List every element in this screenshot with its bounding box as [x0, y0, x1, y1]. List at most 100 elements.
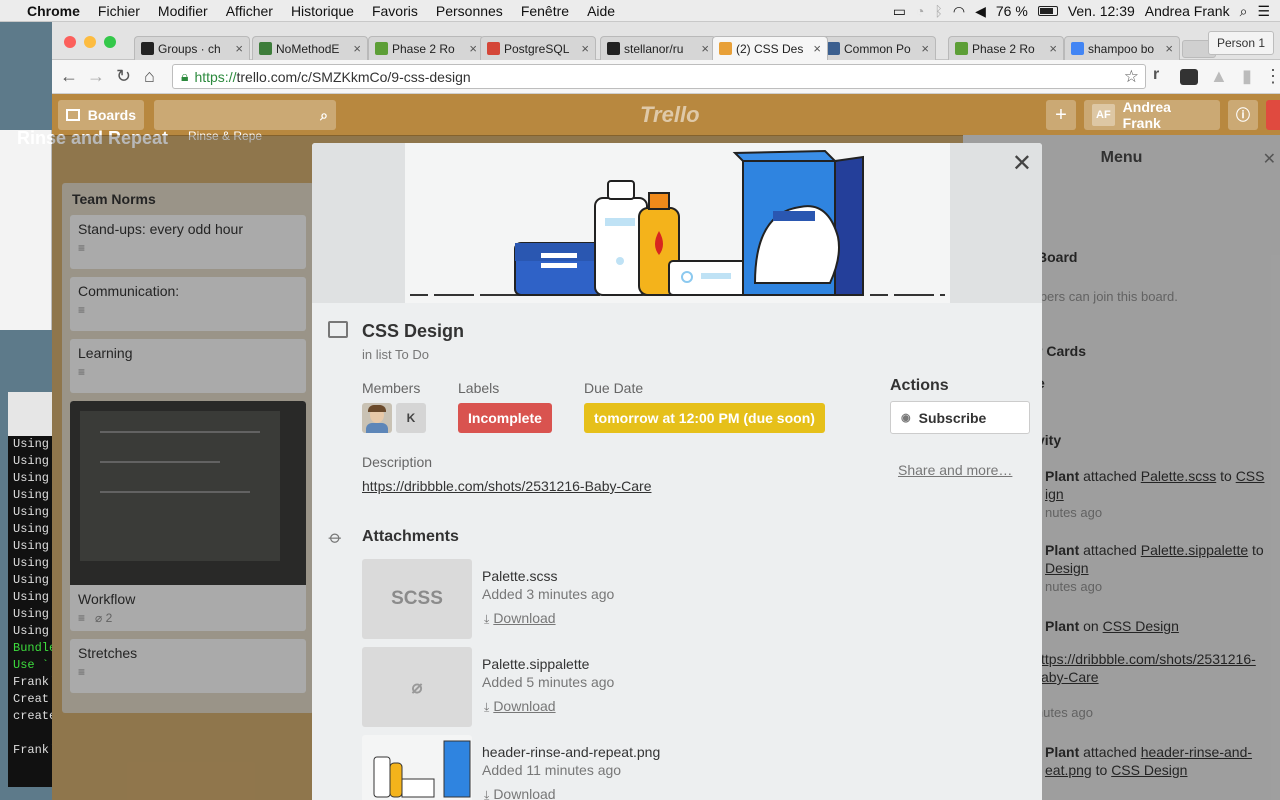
browser-tab[interactable]: (2) CSS Des ×: [712, 36, 828, 60]
trello-logo[interactable]: Trello: [640, 102, 700, 128]
profile-name: Person 1: [1216, 36, 1265, 50]
menu-aide[interactable]: Aide: [578, 3, 624, 19]
attachment-name[interactable]: Palette.sippalette: [482, 656, 589, 672]
menu-afficher[interactable]: Afficher: [217, 3, 282, 19]
description-link[interactable]: https://dribbble.com/shots/2531216-Baby-…: [362, 478, 652, 494]
terminal-line: Using: [13, 471, 50, 485]
card-list-location[interactable]: in list To Do: [362, 347, 429, 362]
forward-icon[interactable]: →: [87, 66, 105, 87]
browser-tab[interactable]: Groups · ch ×: [134, 36, 250, 60]
tab-close-icon[interactable]: ×: [813, 41, 821, 56]
browser-tab[interactable]: stellanor/ru ×: [600, 36, 716, 60]
terminal-line: Using: [13, 522, 50, 536]
tab-close-icon[interactable]: ×: [353, 41, 361, 56]
zoom-window-button[interactable]: [104, 36, 116, 48]
menu-fichier[interactable]: Fichier: [89, 3, 149, 19]
tab-title: shampoo bo: [1088, 41, 1155, 56]
menu-clock[interactable]: Ven. 12:39: [1068, 3, 1135, 19]
minimize-window-button[interactable]: [84, 36, 96, 48]
spotlight-icon[interactable]: ⌕: [1240, 3, 1248, 20]
terminal-line: Bundle: [13, 641, 52, 655]
tab-favicon-icon: [955, 42, 968, 55]
terminal-line: Use `: [13, 658, 50, 672]
bookmark-star-icon[interactable]: ☆: [1124, 67, 1139, 87]
board-search-input[interactable]: ⌕: [154, 100, 336, 130]
terminal-window-partial: Using Using Using Using Using Using Using Using…: [8, 392, 52, 787]
time-machine-icon[interactable]: ◔: [916, 3, 924, 19]
attachment-thumbnail[interactable]: ⌀: [362, 647, 472, 727]
menu-fenetre[interactable]: Fenêtre: [512, 3, 578, 19]
tab-close-icon[interactable]: ×: [469, 41, 477, 56]
wifi-icon[interactable]: ◠: [953, 3, 965, 20]
attachment-thumbnail[interactable]: SCSS: [362, 559, 472, 639]
tab-close-icon[interactable]: ×: [921, 41, 929, 56]
menu-personnes[interactable]: Personnes: [427, 3, 512, 19]
notifications-button[interactable]: [1266, 100, 1280, 130]
menu-modifier[interactable]: Modifier: [149, 3, 217, 19]
terminal-line: Using: [13, 590, 50, 604]
member-avatar-initial[interactable]: K: [396, 403, 426, 433]
lock-icon[interactable]: 🔒︎: [181, 68, 188, 85]
tab-favicon-icon: [607, 42, 620, 55]
terminal-line: Frank': [13, 675, 52, 689]
bluetooth-icon[interactable]: ᛒ: [934, 3, 942, 19]
tab-title: Common Po: [844, 41, 911, 56]
tab-close-icon[interactable]: ×: [1165, 41, 1173, 56]
description-heading: Description: [362, 454, 433, 470]
extension-drive-icon[interactable]: ▲: [1210, 66, 1228, 87]
member-menu-button[interactable]: AF Andrea Frank: [1084, 99, 1220, 131]
volume-icon[interactable]: ◀: [975, 3, 986, 20]
menu-favoris[interactable]: Favoris: [363, 3, 427, 19]
attachment-name[interactable]: Palette.scss: [482, 568, 557, 584]
tab-close-icon[interactable]: ×: [235, 41, 243, 56]
browser-tab[interactable]: NoMethodE ×: [252, 36, 368, 60]
member-avatar-photo[interactable]: [362, 403, 392, 433]
url-bar[interactable]: 🔒︎ https:// trello.com/c/SMZKkmCo/9-css-…: [172, 64, 1146, 89]
terminal-titlebar: [8, 392, 52, 436]
extension-bars-icon[interactable]: ▮: [1242, 66, 1252, 87]
due-date-badge[interactable]: tomorrow at 12:00 PM (due soon): [584, 403, 825, 433]
tab-close-icon[interactable]: ×: [701, 41, 709, 56]
add-button[interactable]: +: [1046, 100, 1076, 130]
card-detail-modal: ✕ CSS Design in list To Do Members K Lab…: [312, 143, 1042, 800]
subscribe-label: Subscribe: [918, 409, 987, 426]
battery-percent[interactable]: 76 %: [996, 3, 1028, 19]
tab-title: NoMethodE: [276, 41, 340, 56]
menu-app-name[interactable]: Chrome: [18, 3, 89, 19]
attachment-name[interactable]: header-rinse-and-repeat.png: [482, 744, 660, 760]
browser-tab[interactable]: Common Po ×: [820, 36, 936, 60]
card-title[interactable]: CSS Design: [362, 321, 464, 342]
extension-r-icon[interactable]: r: [1153, 66, 1159, 84]
download-icon: ⤓: [484, 700, 490, 714]
card-label-incomplete[interactable]: Incomplete: [458, 403, 552, 433]
extension-tool-icon[interactable]: [1180, 69, 1198, 85]
browser-tab[interactable]: shampoo bo ×: [1064, 36, 1180, 60]
close-modal-icon[interactable]: ✕: [1012, 149, 1032, 178]
attachment-thumbnail-image[interactable]: [362, 735, 472, 800]
airplay-icon[interactable]: ▭: [893, 3, 906, 20]
profile-button[interactable]: Person 1: [1207, 31, 1274, 55]
chrome-menu-icon[interactable]: ⋮: [1264, 66, 1280, 87]
trello-logo-text: Trello: [640, 102, 700, 127]
boards-button[interactable]: Boards: [58, 100, 144, 130]
reload-icon[interactable]: ↻: [116, 66, 131, 87]
subscribe-button[interactable]: ◉ Subscribe: [890, 401, 1030, 434]
tab-close-icon[interactable]: ×: [581, 41, 589, 56]
download-link[interactable]: ⤓ Download: [484, 786, 556, 800]
download-link[interactable]: ⤓ Download: [484, 698, 556, 715]
tab-close-icon[interactable]: ×: [1049, 41, 1057, 56]
browser-tab[interactable]: Phase 2 Ro ×: [368, 36, 484, 60]
tab-title: PostgreSQL: [504, 41, 570, 56]
browser-tab[interactable]: Phase 2 Ro ×: [948, 36, 1064, 60]
share-and-more-link[interactable]: Share and more…: [898, 462, 1012, 478]
menu-user[interactable]: Andrea Frank: [1145, 3, 1230, 19]
menu-historique[interactable]: Historique: [282, 3, 363, 19]
notification-center-icon[interactable]: ☰: [1257, 3, 1270, 20]
search-icon[interactable]: ⌕: [320, 107, 328, 124]
info-button[interactable]: ⓘ: [1228, 100, 1258, 130]
back-icon[interactable]: ←: [60, 66, 78, 87]
download-link[interactable]: ⤓ Download: [484, 610, 556, 627]
close-window-button[interactable]: [64, 36, 76, 48]
browser-tab[interactable]: PostgreSQL ×: [480, 36, 596, 60]
home-icon[interactable]: ⌂: [144, 66, 155, 87]
